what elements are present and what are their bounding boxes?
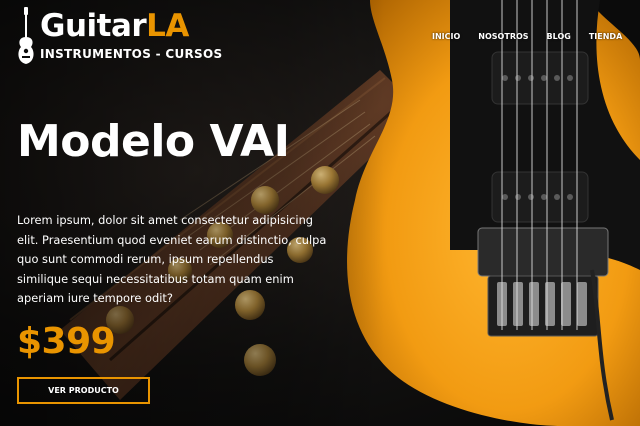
- hero-banner: GuitarLA INSTRUMENTOS - CURSOS INICIO NO…: [0, 0, 640, 426]
- view-product-button[interactable]: VER PRODUCTO: [17, 377, 150, 404]
- logo[interactable]: GuitarLA INSTRUMENTOS - CURSOS: [16, 6, 222, 65]
- main-nav: INICIO NOSOTROS BLOG TIENDA: [432, 32, 622, 41]
- product-price: $399: [17, 321, 116, 362]
- nav-link-inicio[interactable]: INICIO: [432, 32, 460, 41]
- logo-title: GuitarLA: [40, 6, 222, 46]
- logo-tagline: INSTRUMENTOS - CURSOS: [40, 47, 223, 61]
- nav-link-nosotros[interactable]: NOSOTROS: [478, 32, 528, 41]
- logo-brand-word: Guitar: [40, 8, 147, 44]
- guitar-icon: [18, 7, 34, 64]
- nav-link-tienda[interactable]: TIENDA: [589, 32, 622, 41]
- logo-brand-accent: LA: [146, 8, 189, 44]
- product-description: Lorem ipsum, dolor sit amet consectetur …: [17, 213, 327, 305]
- product-title: Modelo VAI: [17, 116, 290, 167]
- nav-link-blog[interactable]: BLOG: [547, 32, 571, 41]
